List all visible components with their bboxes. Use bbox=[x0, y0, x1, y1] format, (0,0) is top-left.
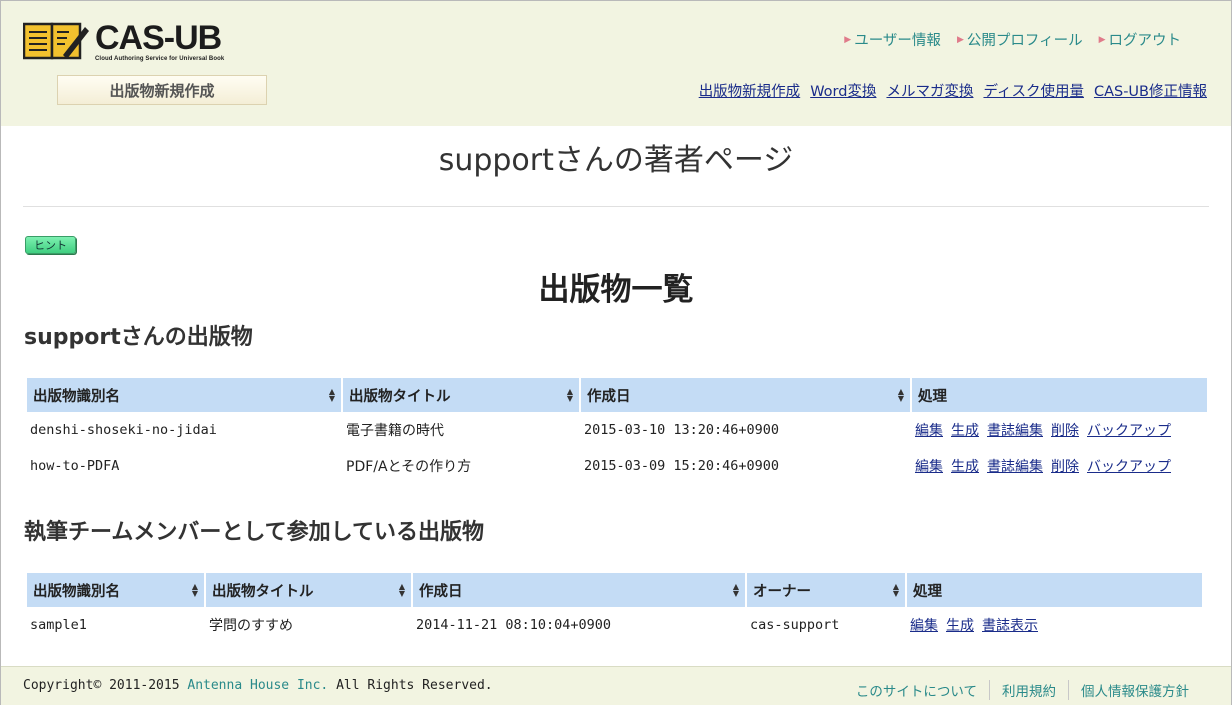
site-footer: Copyright© 2011-2015 Antenna House Inc. … bbox=[1, 666, 1231, 705]
created-date: 2015-03-10 13:20:46+0900 bbox=[584, 422, 780, 438]
created-date: 2015-03-09 15:20:46+0900 bbox=[584, 458, 780, 474]
row-actions: 編集 生成 書誌編集 削除 バックアップ bbox=[912, 412, 1207, 448]
edit-metadata-link[interactable]: 書誌編集 bbox=[987, 423, 1043, 439]
backup-link[interactable]: バックアップ bbox=[1087, 423, 1171, 439]
logout-link[interactable]: ▶ ログアウト bbox=[1099, 29, 1181, 50]
publication-title: PDF/Aとその作り方 bbox=[346, 459, 472, 475]
row-actions: 編集 生成 書誌編集 削除 バックアップ bbox=[912, 448, 1207, 484]
team-publications-title: 執筆チームメンバーとして参加している出版物 bbox=[24, 520, 485, 545]
nav-disk-usage[interactable]: ディスク使用量 bbox=[983, 80, 1083, 101]
column-header-actions: 処理 bbox=[907, 573, 1202, 607]
team-publications-table: 出版物識別名 ▲ ▼ 出版物タイトル ▲ ▼ 作成日 ▲ ▼ オーナー ▲ ▼ 処理 sampl… bbox=[25, 573, 1204, 643]
site-header: CAS-UB Cloud Authoring Service for Unive… bbox=[1, 1, 1231, 126]
new-publication-button[interactable]: 出版物新規作成 bbox=[57, 75, 267, 105]
sort-icon[interactable]: ▲ ▼ bbox=[567, 388, 573, 403]
column-header-id[interactable]: 出版物識別名 ▲ ▼ bbox=[27, 573, 204, 607]
publication-id: sample1 bbox=[30, 617, 87, 633]
nav-mailmag-convert[interactable]: メルマガ変換 bbox=[886, 80, 973, 101]
sort-icon[interactable]: ▲ ▼ bbox=[329, 388, 335, 403]
own-publications-title: supportさんの出版物 bbox=[24, 325, 253, 350]
publication-id: denshi-shoseki-no-jidai bbox=[30, 422, 217, 438]
edit-metadata-link[interactable]: 書誌編集 bbox=[987, 459, 1043, 475]
generate-link[interactable]: 生成 bbox=[951, 423, 979, 439]
user-info-link[interactable]: ▶ ユーザー情報 bbox=[844, 29, 941, 50]
edit-link[interactable]: 編集 bbox=[910, 618, 938, 634]
sort-icon[interactable]: ▲ ▼ bbox=[898, 388, 904, 403]
user-menu: ▶ ユーザー情報 ▶ 公開プロフィール ▶ ログアウト bbox=[844, 29, 1181, 50]
publication-list-title: 出版物一覧 bbox=[538, 272, 694, 308]
nav-word-convert[interactable]: Word変換 bbox=[810, 80, 876, 101]
site-logo[interactable]: CAS-UB Cloud Authoring Service for Unive… bbox=[23, 21, 224, 62]
column-header-date[interactable]: 作成日 ▲ ▼ bbox=[413, 573, 745, 607]
sort-icon[interactable]: ▲ ▼ bbox=[399, 583, 405, 598]
triangle-right-icon: ▶ bbox=[956, 34, 964, 45]
divider bbox=[23, 206, 1209, 207]
backup-link[interactable]: バックアップ bbox=[1087, 459, 1171, 475]
copyright-text: Copyright© 2011-2015 Antenna House Inc. … bbox=[23, 678, 493, 693]
view-metadata-link[interactable]: 書誌表示 bbox=[982, 618, 1038, 634]
column-header-date[interactable]: 作成日 ▲ ▼ bbox=[581, 378, 910, 412]
delete-link[interactable]: 削除 bbox=[1051, 423, 1079, 439]
about-site-link[interactable]: このサイトについて bbox=[844, 680, 989, 700]
sort-icon[interactable]: ▲ ▼ bbox=[733, 583, 739, 598]
triangle-right-icon: ▶ bbox=[844, 34, 852, 45]
column-header-title[interactable]: 出版物タイトル ▲ ▼ bbox=[206, 573, 411, 607]
table-row: how-to-PDFA PDF/Aとその作り方 2015-03-09 15:20… bbox=[27, 448, 1207, 484]
column-header-title[interactable]: 出版物タイトル ▲ ▼ bbox=[343, 378, 579, 412]
nav-new-publication[interactable]: 出版物新規作成 bbox=[699, 80, 801, 101]
generate-link[interactable]: 生成 bbox=[951, 459, 979, 475]
publication-title: 電子書籍の時代 bbox=[346, 423, 444, 439]
company-name[interactable]: Antenna House Inc. bbox=[187, 678, 328, 693]
table-row: sample1 学問のすすめ 2014-11-21 08:10:04+0900 … bbox=[27, 607, 1202, 643]
own-publications-table: 出版物識別名 ▲ ▼ 出版物タイトル ▲ ▼ 作成日 ▲ ▼ 処理 denshi-shose… bbox=[25, 378, 1209, 484]
column-header-id[interactable]: 出版物識別名 ▲ ▼ bbox=[27, 378, 341, 412]
logo-subtitle: Cloud Authoring Service for Universal Bo… bbox=[95, 56, 225, 62]
privacy-policy-link[interactable]: 個人情報保護方針 bbox=[1068, 680, 1201, 700]
created-date: 2014-11-21 08:10:04+0900 bbox=[416, 617, 612, 633]
nav-fix-info[interactable]: CAS-UB修正情報 bbox=[1094, 80, 1207, 101]
column-header-actions: 処理 bbox=[912, 378, 1207, 412]
sort-icon[interactable]: ▲ ▼ bbox=[893, 583, 899, 598]
column-header-owner[interactable]: オーナー ▲ ▼ bbox=[747, 573, 905, 607]
row-actions: 編集 生成 書誌表示 bbox=[907, 607, 1202, 643]
book-pencil-logo-icon bbox=[23, 22, 89, 60]
terms-link[interactable]: 利用規約 bbox=[989, 680, 1068, 700]
edit-link[interactable]: 編集 bbox=[915, 423, 943, 439]
sort-icon[interactable]: ▲ ▼ bbox=[192, 583, 198, 598]
main-nav: 出版物新規作成 Word変換 メルマガ変換 ディスク使用量 CAS-UB修正情報 bbox=[699, 80, 1207, 101]
generate-link[interactable]: 生成 bbox=[946, 618, 974, 634]
delete-link[interactable]: 削除 bbox=[1051, 459, 1079, 475]
hint-button[interactable]: ヒント bbox=[25, 236, 76, 254]
public-profile-link[interactable]: ▶ 公開プロフィール bbox=[957, 29, 1083, 50]
owner-name: cas-support bbox=[750, 617, 840, 633]
footer-links: このサイトについて 利用規約 個人情報保護方針 bbox=[844, 680, 1201, 700]
publication-id: how-to-PDFA bbox=[30, 458, 120, 474]
table-row: denshi-shoseki-no-jidai 電子書籍の時代 2015-03-… bbox=[27, 412, 1207, 448]
logo-title: CAS-UB bbox=[95, 19, 222, 57]
edit-link[interactable]: 編集 bbox=[915, 459, 943, 475]
triangle-right-icon: ▶ bbox=[1098, 34, 1106, 45]
publication-title: 学問のすすめ bbox=[209, 618, 293, 634]
page-title: supportさんの著者ページ bbox=[438, 143, 794, 178]
